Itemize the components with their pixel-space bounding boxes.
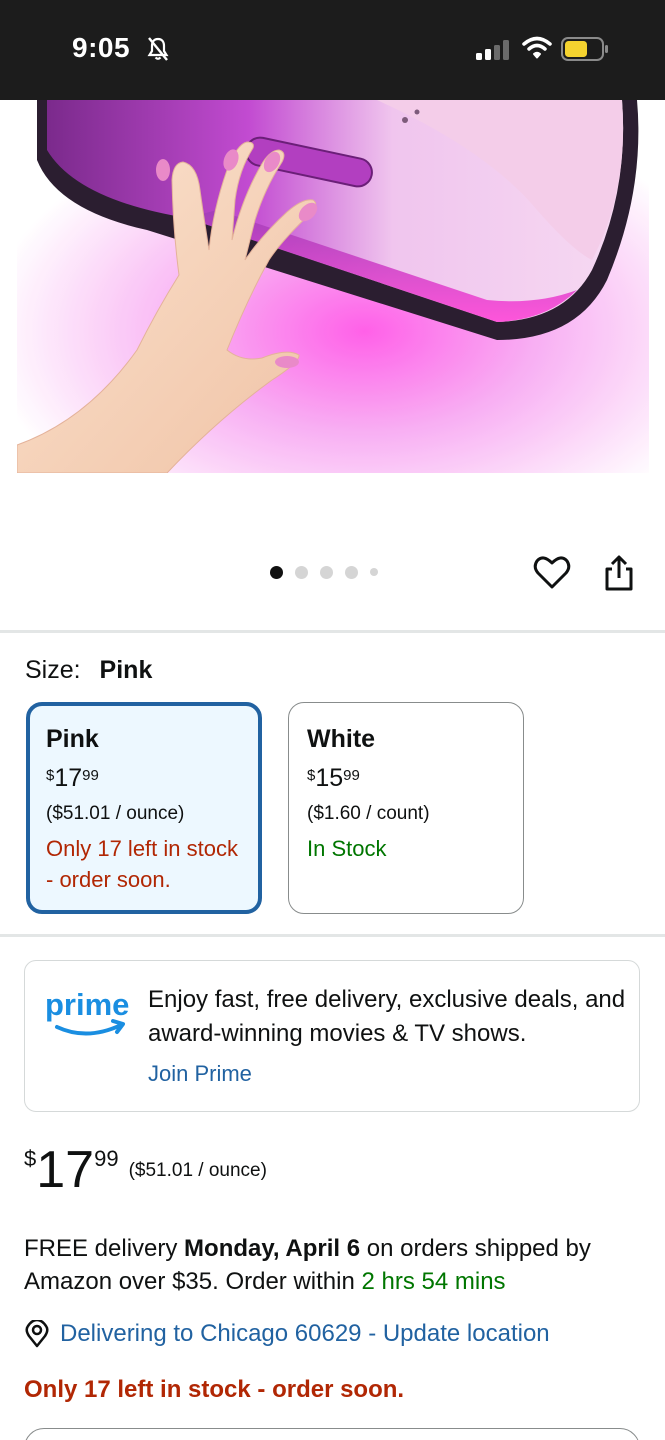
low-stock-warning: Only 17 left in stock - order soon. — [24, 1376, 405, 1403]
variant-name: Pink — [46, 725, 99, 753]
section-divider — [0, 934, 665, 937]
variant-unit-price: ($51.01 / ounce) — [46, 803, 185, 824]
status-bar: 9:05 — [0, 0, 665, 100]
carousel-dot[interactable] — [295, 565, 308, 579]
variant-name: White — [307, 725, 376, 753]
delivery-location-link[interactable]: Delivering to Chicago 60629 - Update loc… — [24, 1320, 550, 1348]
heart-icon[interactable] — [533, 554, 571, 592]
variant-option-pink[interactable]: Pink $1799 ($51.01 / ounce) Only 17 left… — [26, 702, 262, 914]
prime-logo: prime — [45, 987, 129, 1036]
cellular-signal-icon — [476, 40, 509, 60]
variant-stock-status: In Stock — [307, 836, 387, 861]
carousel-dot[interactable] — [270, 565, 283, 579]
delivery-date: Monday, April 6 — [184, 1235, 361, 1262]
carousel-dot[interactable] — [370, 568, 378, 576]
join-prime-link[interactable]: Join Prime — [148, 1061, 252, 1087]
share-icon[interactable] — [602, 554, 636, 592]
prime-description: Enjoy fast, free delivery, exclusive dea… — [148, 986, 626, 1047]
variant-unit-price: ($1.60 / count) — [307, 803, 430, 824]
product-price: $1799 ($51.01 / ounce) — [24, 1141, 267, 1199]
unit-price: ($51.01 / ounce) — [128, 1160, 267, 1181]
wifi-icon — [522, 36, 552, 59]
quantity-selector[interactable] — [24, 1428, 640, 1440]
variant-option-white[interactable]: White $1599 ($1.60 / count) In Stock — [288, 702, 524, 914]
size-label: Size: — [25, 656, 81, 684]
svg-text:prime: prime — [45, 987, 129, 1022]
product-image[interactable] — [17, 100, 649, 473]
image-carousel-dots[interactable] — [270, 564, 378, 580]
variant-price: $1799 — [46, 764, 99, 792]
size-value: Pink — [99, 656, 153, 684]
variant-price: $1599 — [307, 764, 360, 792]
variant-stock-status: Only 17 left in stock - order soon. — [46, 836, 238, 892]
carousel-dot[interactable] — [320, 565, 333, 579]
prime-promo-card[interactable]: prime Enjoy fast, free delivery, exclusi… — [24, 960, 640, 1112]
silent-bell-icon — [147, 37, 169, 61]
location-text[interactable]: Delivering to Chicago 60629 - Update loc… — [60, 1320, 550, 1348]
battery-icon — [561, 37, 608, 61]
size-selector-label: Size: Pink — [25, 656, 152, 685]
section-divider — [0, 630, 665, 633]
carousel-dot[interactable] — [345, 565, 358, 579]
delivery-info: FREE delivery Monday, April 6 on orders … — [24, 1235, 591, 1295]
status-time: 9:05 — [72, 32, 131, 63]
order-countdown: 2 hrs 54 mins — [361, 1268, 506, 1295]
location-pin-icon — [25, 1320, 49, 1348]
